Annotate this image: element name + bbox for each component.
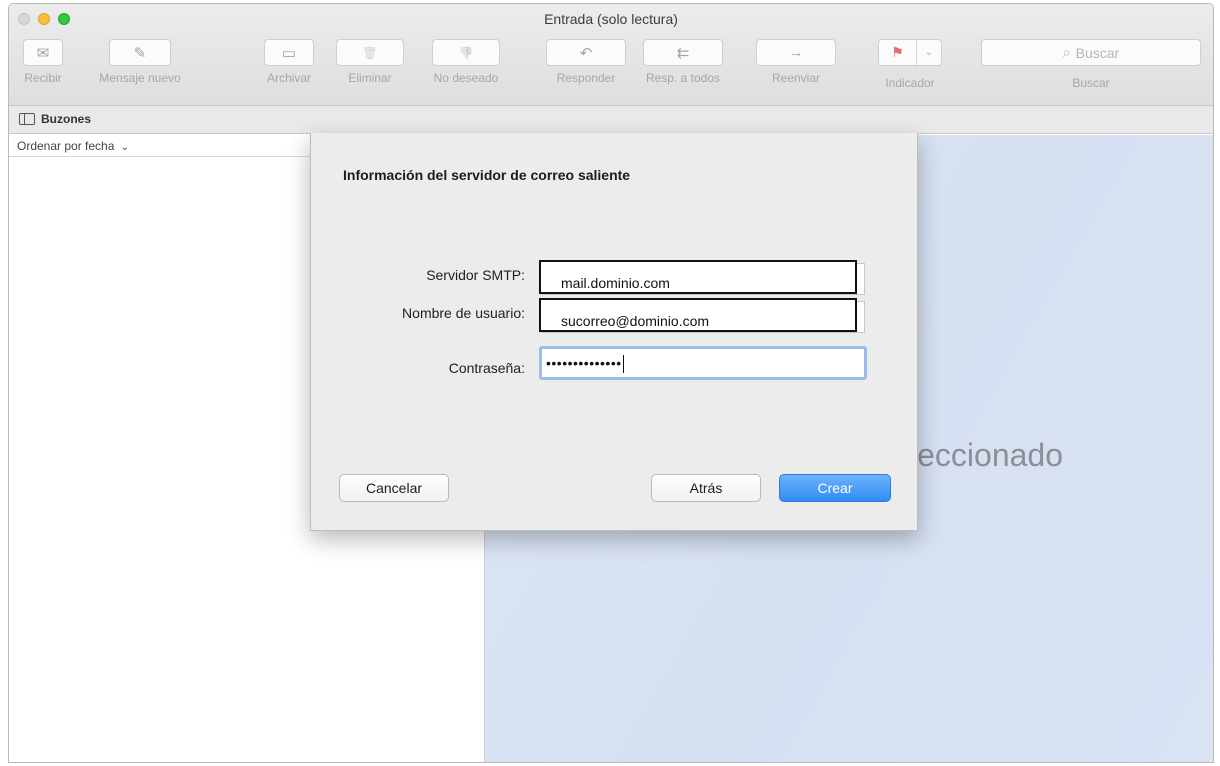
search-label: Buscar — [1072, 76, 1110, 90]
password-field[interactable]: •••••••••••••• — [539, 346, 867, 380]
forward-label: Reenviar — [771, 71, 821, 85]
search-input[interactable]: ⌕ Buscar — [981, 39, 1201, 66]
password-value: •••••••••••••• — [546, 355, 622, 371]
text-caret — [622, 355, 624, 374]
reply-icon: ↶ — [579, 44, 593, 62]
smtp-server-field[interactable]: mail.dominio.com — [539, 260, 857, 294]
sidebar-icon — [19, 113, 35, 125]
username-field[interactable]: sucorreo@dominio.com — [539, 298, 857, 332]
compose-icon: ✎ — [133, 44, 147, 62]
flag-icon: ⚑ — [879, 40, 917, 65]
outgoing-server-dialog: Información del servidor de correo salie… — [310, 133, 918, 531]
archive-button[interactable]: ▭ Archivar — [255, 39, 323, 85]
cancel-button[interactable]: Cancelar — [339, 474, 449, 502]
password-label: Contraseña: — [448, 360, 525, 376]
reply-all-label: Resp. a todos — [645, 71, 721, 85]
chevron-down-icon: ⌄ — [120, 142, 130, 153]
archive-icon: ▭ — [281, 44, 297, 62]
title-toolbar: Entrada (solo lectura) ✉ Recibir ✎ Mensa… — [9, 4, 1213, 106]
username-row: Nombre de usuario: sucorreo@dominio.com — [311, 298, 917, 333]
receive-button[interactable]: ✉ Recibir — [13, 39, 73, 85]
favorites-bar: Buzones — [9, 106, 1213, 134]
chevron-down-icon[interactable]: ⌄ — [917, 40, 941, 65]
new-message-label: Mensaje nuevo — [99, 71, 181, 85]
delete-button[interactable]: 🗑 Eliminar — [335, 39, 405, 85]
search-icon: ⌕ — [1062, 44, 1071, 60]
forward-icon: → — [788, 44, 804, 61]
sort-label: Ordenar por fecha — [17, 139, 115, 153]
trash-icon: 🗑 — [362, 45, 378, 60]
flag-label: Indicador — [885, 76, 935, 90]
flag-button[interactable]: ⚑ ⌄ — [878, 39, 942, 66]
archive-label: Archivar — [266, 71, 311, 85]
smtp-row: Servidor SMTP: mail.dominio.com — [311, 260, 917, 295]
delete-label: Eliminar — [348, 71, 392, 85]
dialog-title: Información del servidor de correo salie… — [343, 167, 631, 183]
username-label: Nombre de usuario: — [402, 305, 525, 321]
smtp-label: Servidor SMTP: — [426, 267, 525, 283]
junk-button[interactable]: 👎 No deseado — [423, 39, 509, 85]
reply-all-icon: ⇇ — [676, 44, 690, 62]
back-button[interactable]: Atrás — [651, 474, 761, 502]
create-button[interactable]: Crear — [779, 474, 891, 502]
receive-label: Recibir — [24, 71, 62, 85]
reply-all-button[interactable]: ⇇ Resp. a todos — [633, 39, 733, 85]
forward-button[interactable]: → Reenviar — [753, 39, 839, 85]
search-placeholder: Buscar — [1075, 44, 1120, 61]
envelope-icon: ✉ — [36, 44, 50, 62]
new-message-button[interactable]: ✎ Mensaje nuevo — [85, 39, 195, 85]
reply-button[interactable]: ↶ Responder — [541, 39, 631, 85]
mailboxes-label: Buzones — [41, 112, 92, 126]
reply-label: Responder — [556, 71, 616, 85]
junk-label: No deseado — [433, 71, 499, 85]
no-message-selected-text: leccionado — [910, 437, 1063, 473]
mailboxes-button[interactable]: Buzones — [19, 112, 91, 126]
junk-icon: 👎 — [458, 45, 474, 60]
window-title: Entrada (solo lectura) — [544, 11, 678, 27]
